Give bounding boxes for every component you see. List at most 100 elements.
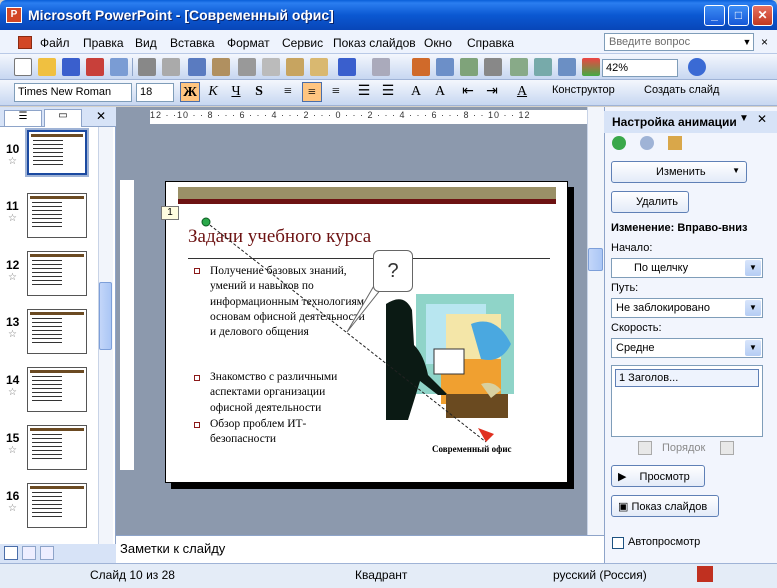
new-slide-button[interactable]: Создать слайд <box>644 84 719 96</box>
animation-order-badge[interactable]: 1 <box>161 206 179 220</box>
numbering-icon[interactable]: ☰ <box>354 82 374 102</box>
chart-icon[interactable] <box>412 58 430 76</box>
menu-window[interactable]: Окно <box>424 36 452 50</box>
home-icon[interactable] <box>668 136 682 150</box>
sorter-view-icon[interactable] <box>22 546 36 560</box>
minimize-button[interactable]: _ <box>704 5 725 26</box>
menu-edit[interactable]: Правка <box>83 36 124 50</box>
move-down-icon[interactable] <box>720 441 734 455</box>
menu-help[interactable]: Справка <box>467 36 514 50</box>
slide-thumbnail[interactable] <box>27 309 87 354</box>
powerpoint-icon[interactable]: P <box>6 7 22 23</box>
tables-borders-icon[interactable] <box>460 58 478 76</box>
decrease-font-icon[interactable]: A <box>430 82 450 102</box>
menu-file[interactable]: Файл <box>40 36 70 50</box>
spelling-icon[interactable] <box>188 58 206 76</box>
start-select[interactable]: По щелчку ▼ <box>611 258 763 278</box>
email-icon[interactable] <box>110 58 128 76</box>
font-color-icon[interactable]: A <box>512 82 532 102</box>
hyperlink-icon[interactable] <box>484 58 502 76</box>
chevron-down-icon[interactable]: ▼ <box>739 113 749 124</box>
print-preview-icon[interactable] <box>162 58 180 76</box>
path-value: Не заблокировано <box>616 302 710 314</box>
shadow-button[interactable]: S <box>249 82 269 102</box>
menu-tools[interactable]: Сервис <box>282 36 323 50</box>
question-callout[interactable]: ? <box>373 250 413 292</box>
show-formatting-icon[interactable] <box>534 58 552 76</box>
doc-icon[interactable] <box>18 36 32 49</box>
menu-view[interactable]: Вид <box>135 36 157 50</box>
open-icon[interactable] <box>38 58 56 76</box>
undo-icon[interactable] <box>338 58 356 76</box>
save-icon[interactable] <box>62 58 80 76</box>
spellcheck-icon[interactable] <box>697 566 713 582</box>
notes-placeholder[interactable]: Заметки к слайду <box>120 541 225 556</box>
chevron-down-icon[interactable]: ▼ <box>740 33 754 51</box>
move-up-icon[interactable] <box>638 441 652 455</box>
slide-thumbnail[interactable] <box>27 367 87 412</box>
new-icon[interactable] <box>14 58 32 76</box>
expand-icon[interactable] <box>510 58 528 76</box>
align-left-icon[interactable]: ≡ <box>278 82 298 102</box>
help-search-input[interactable]: Введите вопрос <box>604 33 754 51</box>
increase-font-icon[interactable]: A <box>406 82 426 102</box>
slideshow-view-icon[interactable] <box>40 546 54 560</box>
decrease-indent-icon[interactable]: ⇤ <box>458 82 478 102</box>
back-icon[interactable] <box>612 136 626 150</box>
copy-icon[interactable] <box>262 58 280 76</box>
slide-thumbnail[interactable] <box>27 251 87 296</box>
research-icon[interactable] <box>212 58 230 76</box>
change-heading: Изменение: Вправо-вниз <box>611 222 748 234</box>
help-icon[interactable] <box>688 58 706 76</box>
normal-view-icon[interactable] <box>4 546 18 560</box>
doc-close-button[interactable]: × <box>761 35 768 49</box>
bold-button[interactable]: Ж <box>180 82 200 102</box>
slideshow-button[interactable]: ▣ Показ слайдов <box>611 495 719 517</box>
zoom-select[interactable]: 42% <box>602 59 678 77</box>
increase-indent-icon[interactable]: ⇥ <box>482 82 502 102</box>
path-select[interactable]: Не заблокировано ▼ <box>611 298 763 318</box>
motion-path[interactable] <box>198 216 498 456</box>
editor-scrollbar[interactable] <box>587 107 604 535</box>
font-select[interactable]: Times New Roman <box>14 83 132 102</box>
color-grayscale-icon[interactable] <box>582 58 600 76</box>
autopreview-checkbox[interactable] <box>612 537 624 549</box>
close-pane-icon[interactable]: ✕ <box>96 109 106 123</box>
animation-list-item[interactable]: 1 Заголов... <box>615 369 759 387</box>
designer-button[interactable]: Конструктор <box>552 84 615 96</box>
underline-button[interactable]: Ч <box>226 82 246 102</box>
editor-scrollbar-thumb[interactable] <box>588 248 603 271</box>
slide-thumbnail[interactable] <box>25 128 89 177</box>
grid-icon[interactable] <box>558 58 576 76</box>
slide-thumbnail[interactable] <box>27 425 87 470</box>
align-right-icon[interactable]: ≡ <box>326 82 346 102</box>
paste-icon[interactable] <box>286 58 304 76</box>
maximize-button[interactable]: □ <box>728 5 749 26</box>
menu-slideshow[interactable]: Показ слайдов <box>333 36 416 50</box>
slides-scrollbar-thumb[interactable] <box>99 282 112 350</box>
tab-slides[interactable]: ▭ <box>44 109 82 127</box>
menu-format[interactable]: Формат <box>227 36 270 50</box>
format-painter-icon[interactable] <box>310 58 328 76</box>
play-button[interactable]: ▶ Просмотр <box>611 465 705 487</box>
close-icon[interactable]: ✕ <box>757 112 767 126</box>
forward-icon[interactable] <box>640 136 654 150</box>
font-size-select[interactable]: 18 <box>136 83 174 102</box>
align-center-icon[interactable]: ≡ <box>302 82 322 102</box>
menu-insert[interactable]: Вставка <box>170 36 215 50</box>
thumb-number: 10 <box>6 142 20 156</box>
tab-outline[interactable]: ☰ <box>4 110 42 126</box>
slide-thumbnail[interactable] <box>27 193 87 238</box>
table-icon[interactable] <box>436 58 454 76</box>
italic-button[interactable]: К <box>203 82 223 102</box>
permission-icon[interactable] <box>86 58 104 76</box>
change-effect-button[interactable]: Изменить ▼ <box>611 161 747 183</box>
bullets-icon[interactable]: ☰ <box>378 82 398 102</box>
redo-icon[interactable] <box>372 58 390 76</box>
slide-thumbnail[interactable] <box>27 483 87 528</box>
cut-icon[interactable] <box>238 58 256 76</box>
remove-effect-button[interactable]: Удалить <box>611 191 689 213</box>
print-icon[interactable] <box>138 58 156 76</box>
close-button[interactable]: ✕ <box>752 5 773 26</box>
speed-select[interactable]: Средне ▼ <box>611 338 763 358</box>
